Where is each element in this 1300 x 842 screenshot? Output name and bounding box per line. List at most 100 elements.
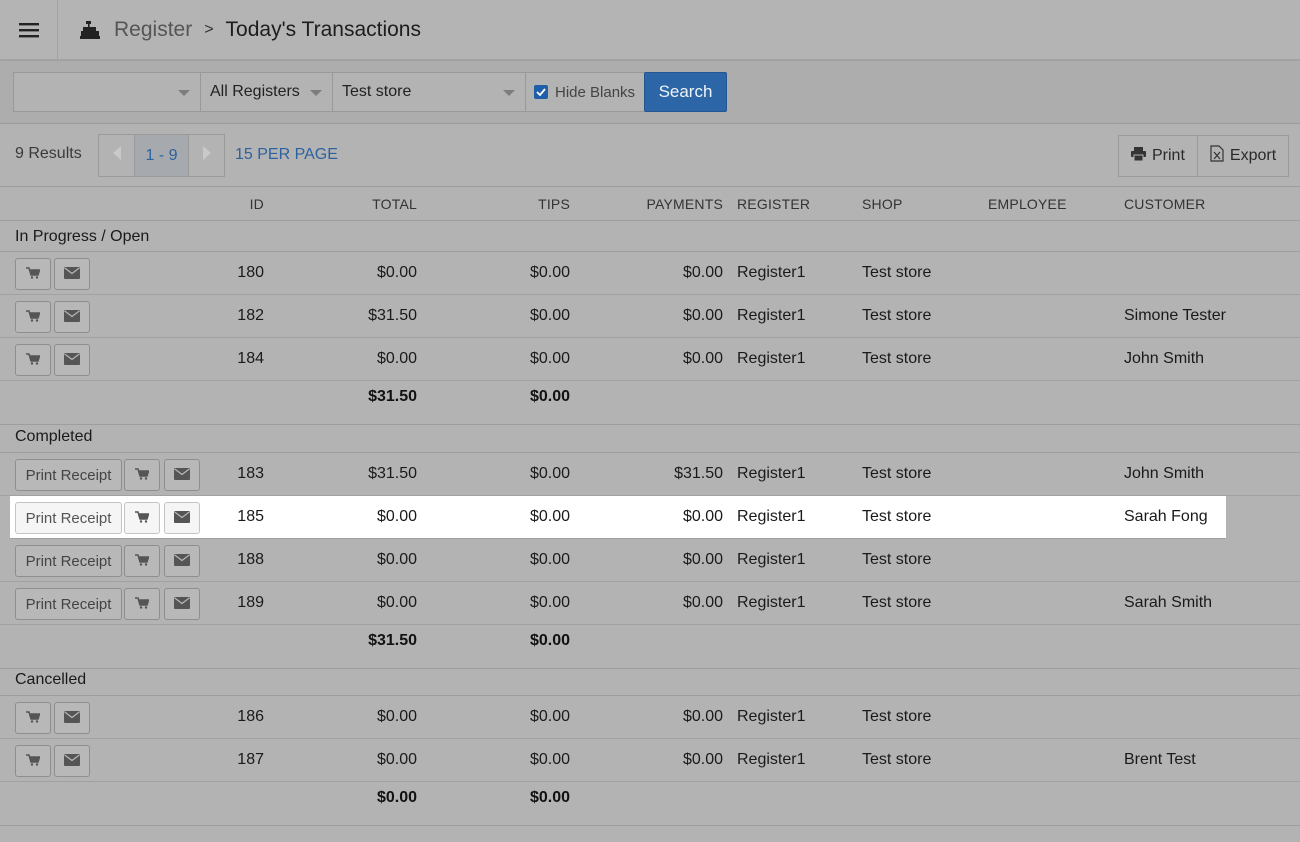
current-page[interactable]: 1 - 9 — [134, 135, 189, 176]
email-button[interactable] — [54, 344, 90, 376]
excel-file-icon — [1210, 145, 1230, 167]
cell-tips: $0.00 — [529, 264, 570, 281]
cart-button[interactable] — [124, 545, 160, 577]
cell-register: Register1 — [737, 350, 806, 367]
envelope-icon — [64, 753, 80, 770]
filter-bar: All Registers Test store Hide Blanks Sea… — [0, 61, 1300, 124]
cell-register: Register1 — [737, 594, 806, 611]
envelope-icon — [174, 467, 190, 484]
top-bar: Register > Today's Transactions — [0, 0, 1300, 60]
cell-id: 188 — [237, 551, 264, 568]
cell-total: $0.00 — [376, 350, 417, 367]
envelope-icon — [174, 596, 190, 613]
divider — [0, 186, 1300, 187]
cell-payments: $0.00 — [682, 307, 723, 324]
section-total-sum: $31.50 — [368, 632, 417, 649]
cell-shop: Test store — [862, 307, 932, 324]
cart-icon — [26, 309, 41, 326]
register-select-value: All Registers — [210, 83, 300, 100]
envelope-icon — [174, 553, 190, 570]
cell-payments: $0.00 — [682, 264, 723, 281]
cart-icon — [135, 467, 150, 484]
register-select[interactable]: All Registers — [200, 72, 333, 112]
cell-register: Register1 — [737, 307, 806, 324]
print-receipt-button[interactable]: Print Receipt — [15, 459, 122, 491]
email-button[interactable] — [54, 702, 90, 734]
column-header-shop: SHOP — [862, 196, 903, 212]
email-button[interactable] — [54, 301, 90, 333]
next-page-button[interactable] — [189, 135, 224, 176]
cell-register: Register1 — [737, 751, 806, 768]
table-row[interactable]: 182 $31.50 $0.00 $0.00 Register1 Test store Si… — [0, 295, 1300, 338]
email-button[interactable] — [54, 745, 90, 777]
caret-down-icon — [178, 90, 190, 96]
email-button[interactable] — [164, 545, 200, 577]
table-row[interactable]: 187 $0.00 $0.00 $0.00 Register1 Test store Bre… — [0, 739, 1300, 782]
envelope-icon — [174, 510, 190, 527]
email-button[interactable] — [164, 502, 200, 534]
cell-register: Register1 — [737, 551, 806, 568]
envelope-icon — [64, 710, 80, 727]
table-row[interactable]: 184 $0.00 $0.00 $0.00 Register1 Test store Joh… — [0, 338, 1300, 381]
table-row[interactable]: Print Receipt 185 $0.00 $0.00 $0.00 Register1… — [10, 496, 1226, 539]
cell-total: $0.00 — [376, 508, 417, 525]
print-receipt-button[interactable]: Print Receipt — [15, 588, 122, 620]
cart-button[interactable] — [15, 301, 51, 333]
email-button[interactable] — [164, 459, 200, 491]
hide-blanks-label: Hide Blanks — [555, 83, 636, 101]
cell-total: $31.50 — [368, 465, 417, 482]
page-title: Today's Transactions — [225, 18, 421, 41]
cell-payments: $0.00 — [682, 508, 723, 525]
envelope-icon — [64, 266, 80, 283]
table-row[interactable]: Print Receipt 183 $31.50 $0.00 $31.50 Registe… — [0, 453, 1300, 496]
hide-blanks-checkbox[interactable] — [534, 85, 548, 99]
cart-button[interactable] — [15, 344, 51, 376]
section-label: Completed — [15, 428, 93, 445]
cart-icon — [135, 510, 150, 527]
date-select[interactable] — [13, 72, 201, 112]
section-total-sum: $31.50 — [368, 388, 417, 405]
cart-button[interactable] — [15, 745, 51, 777]
cell-customer: John Smith — [1124, 350, 1205, 367]
email-button[interactable] — [164, 588, 200, 620]
toolbar: Print Export — [1118, 135, 1290, 177]
print-receipt-button[interactable]: Print Receipt — [15, 502, 122, 534]
cell-customer: Brent Test — [1124, 751, 1196, 768]
table-row[interactable]: Print Receipt 189 $0.00 $0.00 $0.00 Register1… — [0, 582, 1300, 625]
cash-register-icon — [80, 21, 100, 39]
cell-shop: Test store — [862, 551, 932, 568]
cell-tips: $0.00 — [529, 508, 570, 525]
breadcrumb: Register > Today's Transactions — [80, 0, 421, 60]
section-tips-sum: $0.00 — [529, 632, 570, 649]
table-row[interactable]: 180 $0.00 $0.00 $0.00 Register1 Test store — [0, 252, 1300, 295]
cell-id: 187 — [237, 751, 264, 768]
table-row[interactable]: 186 $0.00 $0.00 $0.00 Register1 Test store — [0, 696, 1300, 739]
table-row[interactable]: Print Receipt 188 $0.00 $0.00 $0.00 Register1… — [0, 539, 1300, 582]
cell-id: 186 — [237, 708, 264, 725]
prev-page-button[interactable] — [99, 135, 134, 176]
cell-register: Register1 — [737, 465, 806, 482]
cart-button[interactable] — [15, 258, 51, 290]
export-button[interactable]: Export — [1196, 136, 1288, 176]
cart-button[interactable] — [124, 459, 160, 491]
cell-shop: Test store — [862, 708, 932, 725]
print-receipt-button[interactable]: Print Receipt — [15, 545, 122, 577]
cart-button[interactable] — [124, 588, 160, 620]
cell-register: Register1 — [737, 708, 806, 725]
section-tips-sum: $0.00 — [529, 388, 570, 405]
breadcrumb-register-link[interactable]: Register — [114, 18, 192, 42]
email-button[interactable] — [54, 258, 90, 290]
cart-button[interactable] — [124, 502, 160, 534]
caret-left-icon — [112, 146, 121, 165]
shop-select[interactable]: Test store — [332, 72, 526, 112]
cell-id: 189 — [237, 594, 264, 611]
search-button[interactable]: Search — [644, 72, 727, 112]
menu-button[interactable] — [0, 0, 58, 60]
cart-button[interactable] — [15, 702, 51, 734]
column-header-register: REGISTER — [737, 196, 811, 212]
chevron-right-icon: > — [204, 21, 214, 38]
cell-register: Register1 — [737, 508, 806, 525]
per-page-selector[interactable]: 15 PER PAGE — [235, 146, 338, 164]
divider — [0, 668, 1300, 669]
print-button[interactable]: Print — [1119, 136, 1197, 176]
